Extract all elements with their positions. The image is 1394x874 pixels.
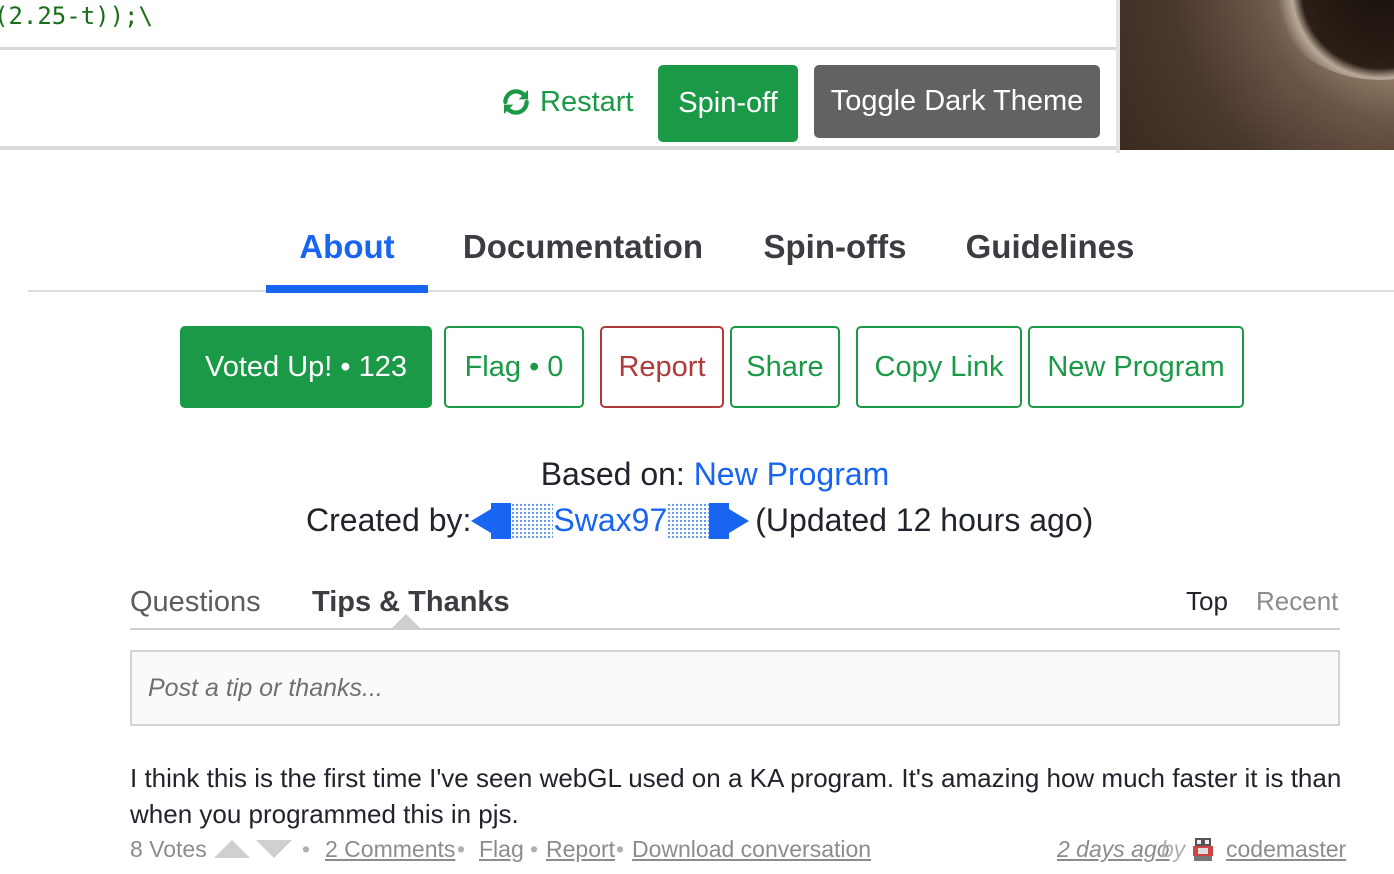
flag-link[interactable]: Flag [479, 836, 524, 863]
based-on-prefix: Based on: [540, 456, 694, 492]
spin-off-button[interactable]: Spin-off [658, 65, 798, 142]
program-canvas-preview[interactable] [1120, 0, 1394, 150]
tab-documentation[interactable]: Documentation [448, 210, 718, 290]
created-by-line: Created by: Swax97 (Updated 12 hours ago… [306, 502, 1093, 539]
flag-button[interactable]: Flag • 0 [444, 326, 584, 408]
sort-recent-link[interactable]: Recent [1256, 586, 1338, 617]
code-editor-line[interactable]: (2.25-t));\ [0, 0, 1116, 50]
separator-dot: • [302, 836, 311, 862]
tab-spin-offs-label: Spin-offs [763, 228, 907, 265]
program-tabs: About Documentation Spin-offs Guidelines [28, 210, 1394, 293]
downvote-icon[interactable] [256, 840, 292, 858]
canvas-render [1270, 0, 1394, 80]
separator-dot: • [457, 836, 466, 862]
tab-about-label: About [299, 228, 395, 265]
author-link[interactable]: Swax97 [471, 502, 750, 539]
copy-link-button[interactable]: Copy Link [856, 326, 1022, 408]
user-avatar-icon[interactable] [1190, 836, 1216, 862]
report-button[interactable]: Report [600, 326, 724, 408]
block-decoration [709, 502, 730, 539]
code-text: (2.25-t));\ [0, 2, 153, 30]
dot-decoration [667, 502, 710, 539]
active-tab-caret [392, 614, 420, 628]
block-decoration [491, 502, 512, 539]
separator-dot: • [530, 836, 539, 862]
refresh-icon [503, 89, 529, 115]
separator-dot: • [616, 836, 625, 862]
post-meta: 8 Votes • 2 Comments • Flag • Report • D… [130, 836, 1346, 866]
by-label: by [1161, 836, 1186, 862]
sort-top-link[interactable]: Top [1186, 586, 1228, 617]
share-button[interactable]: Share [730, 326, 840, 408]
tab-spin-offs[interactable]: Spin-offs [750, 210, 920, 290]
author-name: Swax97 [553, 502, 668, 538]
tab-about[interactable]: About [266, 210, 428, 293]
report-link[interactable]: Report [546, 836, 615, 863]
post-time-link[interactable]: 2 days ago [1057, 836, 1170, 863]
dot-decoration [511, 502, 554, 539]
post-author-link[interactable]: codemaster [1226, 836, 1346, 863]
tab-documentation-label: Documentation [462, 228, 704, 265]
vote-count: 8 Votes [130, 836, 207, 862]
based-on-line: Based on: New Program [0, 456, 1394, 493]
tab-guidelines-label: Guidelines [965, 228, 1135, 265]
download-conversation-link[interactable]: Download conversation [632, 836, 871, 863]
post-body: I think this is the first time I've seen… [130, 763, 1342, 829]
restart-label: Restart [540, 85, 634, 118]
comments-link[interactable]: 2 Comments [325, 836, 455, 863]
toggle-dark-theme-button[interactable]: Toggle Dark Theme [814, 65, 1100, 138]
vote-up-button[interactable]: Voted Up! • 123 [180, 326, 432, 408]
tip-input[interactable] [130, 650, 1340, 726]
right-arrow-decoration [729, 508, 750, 533]
discussion-tabs: Questions Tips & Thanks Top Recent [130, 580, 1340, 630]
tab-guidelines[interactable]: Guidelines [958, 210, 1142, 290]
updated-time: (Updated 12 hours ago) [755, 502, 1094, 538]
left-arrow-decoration [471, 508, 492, 533]
restart-button[interactable]: Restart [500, 80, 633, 124]
based-on-link[interactable]: New Program [694, 456, 890, 492]
upvote-icon[interactable] [214, 840, 250, 858]
new-program-button[interactable]: New Program [1028, 326, 1244, 408]
tab-questions[interactable]: Questions [130, 586, 261, 619]
created-by-prefix: Created by: [306, 502, 472, 538]
